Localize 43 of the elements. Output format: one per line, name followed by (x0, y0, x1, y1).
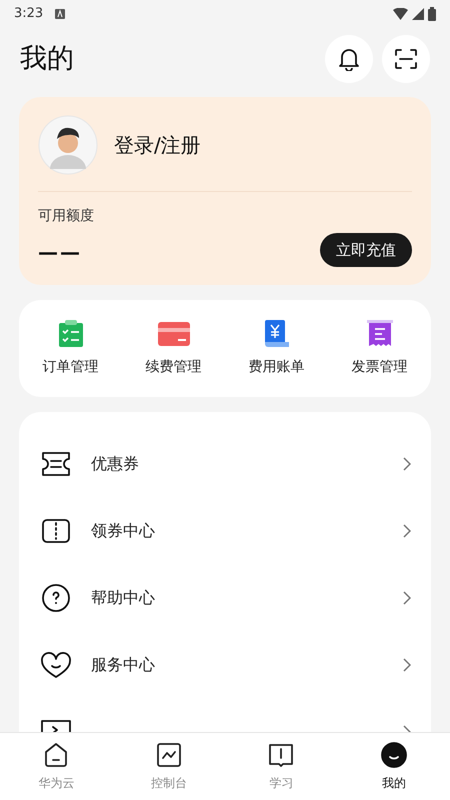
avatar (38, 115, 98, 175)
ledger-icon (262, 320, 290, 348)
chart-icon (156, 742, 182, 768)
ticket-icon (40, 450, 72, 476)
card-icon (158, 321, 190, 347)
scan-icon (394, 48, 418, 70)
clipboard-icon (58, 320, 84, 348)
shortcut-item[interactable]: 续费管理 (122, 319, 225, 378)
shortcut-item[interactable]: 费用账单 (225, 319, 328, 378)
wifi-icon (393, 8, 408, 20)
scan-button[interactable] (382, 35, 430, 83)
home-icon (43, 742, 70, 768)
page-title: 我的 (20, 42, 74, 76)
shortcut-item[interactable]: 订单管理 (19, 319, 122, 378)
menu-item[interactable]: 帮助中心 (39, 564, 411, 631)
tab[interactable]: 我的 (338, 733, 450, 800)
chevron-right-icon (403, 456, 411, 470)
chevron-right-icon (403, 658, 411, 672)
shortcut-item[interactable]: 发票管理 (328, 319, 431, 378)
book-icon (268, 742, 294, 768)
tab[interactable]: 学习 (225, 733, 338, 800)
menu-item[interactable]: 领券中心 (39, 497, 411, 564)
menu-item[interactable]: 优惠券 (39, 430, 411, 497)
credit-label: 可用额度 (38, 207, 94, 226)
battery-icon (428, 7, 436, 21)
tab[interactable]: 华为云 (0, 733, 112, 800)
menu-item[interactable]: 服务中心 (39, 631, 411, 698)
heart-icon (40, 650, 72, 678)
signal-icon (412, 8, 424, 20)
chevron-right-icon (403, 524, 411, 538)
login-link[interactable]: 登录/注册 (114, 130, 201, 160)
notification-icon (55, 9, 66, 19)
credit-value: —— (38, 239, 83, 266)
face-icon (380, 742, 407, 768)
bell-icon (338, 47, 360, 71)
help-icon (41, 582, 71, 612)
tab[interactable]: 控制台 (112, 733, 225, 800)
receipt-icon (366, 320, 392, 348)
ticket-icon (41, 518, 71, 544)
recharge-button[interactable]: 立即充值 (320, 233, 412, 267)
notifications-button[interactable] (325, 35, 373, 83)
status-time: 3:23 (14, 5, 44, 24)
chevron-right-icon (403, 590, 411, 604)
